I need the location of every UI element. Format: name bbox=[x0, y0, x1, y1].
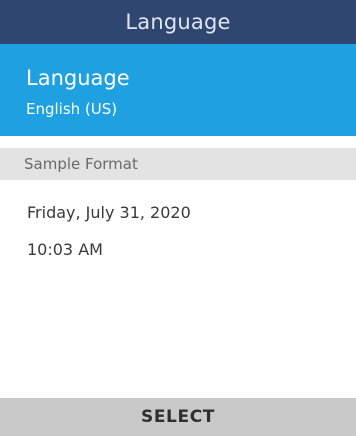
title-bar: Language bbox=[0, 0, 356, 44]
language-setting-item[interactable]: Language English (US) bbox=[0, 44, 356, 136]
sample-format-preview: Friday, July 31, 2020 10:03 AM bbox=[27, 203, 191, 277]
language-screen: Language Language English (US) Sample Fo… bbox=[0, 0, 356, 436]
softkey-bar: SELECT bbox=[0, 398, 356, 436]
language-setting-label: Language bbox=[26, 66, 130, 90]
sample-format-label: Sample Format bbox=[24, 155, 138, 173]
screen-title: Language bbox=[125, 10, 231, 34]
language-setting-value: English (US) bbox=[26, 100, 118, 118]
select-softkey[interactable]: SELECT bbox=[141, 407, 215, 427]
sample-format-header: Sample Format bbox=[0, 148, 356, 180]
sample-date: Friday, July 31, 2020 bbox=[27, 203, 191, 222]
sample-time: 10:03 AM bbox=[27, 240, 103, 259]
